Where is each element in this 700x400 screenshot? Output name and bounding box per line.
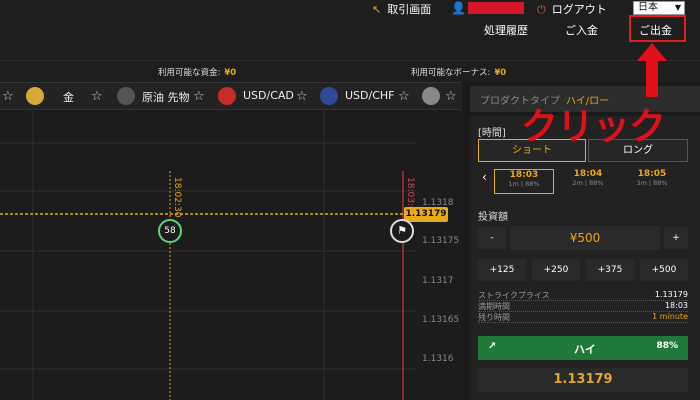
star-icon[interactable]: ☆ bbox=[296, 89, 308, 104]
price-chart[interactable]: 18:02:30 18:03:00 1.13179 1.1318 1.13175… bbox=[0, 111, 463, 400]
language-value: 日本 bbox=[638, 2, 658, 13]
time-option-time: 18:04 bbox=[573, 169, 603, 179]
star-icon[interactable]: ☆ bbox=[445, 89, 457, 104]
minus-button[interactable]: - bbox=[478, 227, 506, 249]
countdown-marker: 58 bbox=[158, 219, 182, 243]
star-icon[interactable]: ☆ bbox=[2, 89, 14, 104]
remaining-value: 1 minute bbox=[652, 312, 688, 321]
star-icon[interactable]: ☆ bbox=[91, 89, 103, 104]
asset-usd-chf[interactable]: USD/CHF bbox=[345, 89, 395, 102]
current-price-tag: 1.13179 bbox=[404, 207, 448, 222]
time-option-sub: 3m | 88% bbox=[636, 179, 668, 187]
app-root: ↖ 取引画面 👤 ⏻ ログアウト 日本 ▼ 処理履歴 ご入金 ご出金 利用可能な資金… bbox=[0, 0, 700, 400]
asset-oil[interactable]: 原油 先物 bbox=[142, 89, 190, 105]
chevron-left-icon[interactable]: ‹ bbox=[482, 170, 487, 184]
investment-label: 投資額 bbox=[478, 212, 508, 223]
language-select[interactable]: 日本 ▼ bbox=[633, 1, 685, 15]
asset-gold[interactable]: 金 bbox=[63, 89, 74, 105]
y-tick: 1.1316 bbox=[422, 354, 454, 364]
arrow-up-right-icon: ↗ bbox=[488, 341, 497, 352]
chevron-down-icon: ▼ bbox=[674, 3, 681, 12]
expiry-value: 18:03 bbox=[664, 301, 688, 310]
time-option-time: 18:03 bbox=[509, 170, 539, 180]
asset-tabs: ☆ 金 ☆ 原油 先物 ☆ USD/CAD ☆ USD/CHF ☆ ☆ bbox=[0, 82, 462, 110]
power-icon: ⏻ bbox=[537, 3, 546, 16]
time-option-sub: 2m | 88% bbox=[572, 179, 604, 187]
y-tick: 1.1318 bbox=[422, 198, 454, 208]
logout-link[interactable]: ⏻ ログアウト bbox=[537, 1, 607, 17]
price-display: 1.13179 bbox=[478, 368, 688, 392]
deposit-link[interactable]: ご入金 bbox=[565, 22, 598, 38]
quick-amount-button[interactable]: +375 bbox=[586, 259, 634, 281]
time-option[interactable]: 18:05 3m | 88% bbox=[622, 169, 682, 194]
high-payout: 88% bbox=[656, 341, 678, 351]
y-tick: 1.1317 bbox=[422, 276, 454, 286]
asset-usd-cad[interactable]: USD/CAD bbox=[243, 89, 294, 102]
chart-grid bbox=[0, 111, 463, 400]
expiry-row: 満期時間 18:03 bbox=[478, 301, 688, 312]
balance-row: 利用可能な資金: ¥0 利用可能なボーナス: ¥0 bbox=[0, 60, 700, 82]
click-annotation: クリック bbox=[521, 105, 666, 148]
usd-chf-flag-icon bbox=[320, 87, 338, 105]
asset-divider bbox=[462, 82, 470, 110]
time-option[interactable]: 18:04 2m | 88% bbox=[558, 169, 618, 194]
star-icon[interactable]: ☆ bbox=[193, 89, 205, 104]
annotation-arrow-icon bbox=[637, 43, 667, 97]
remaining-label: 残り時間 bbox=[478, 313, 510, 322]
available-bonus-label: 利用可能なボーナス: bbox=[411, 68, 491, 78]
remaining-row: 残り時間 1 minute bbox=[478, 312, 688, 323]
flag-icon: ⚑ bbox=[390, 219, 414, 243]
available-funds-value: ¥0 bbox=[224, 68, 237, 78]
time-marker-label: 18:02:30 bbox=[172, 177, 182, 218]
gold-coin-icon bbox=[26, 87, 44, 105]
trade-screen-link[interactable]: ↖ 取引画面 bbox=[372, 1, 431, 17]
quick-amount-button[interactable]: +125 bbox=[478, 259, 526, 281]
strike-price-label: ストライクプライス bbox=[478, 291, 550, 300]
arrow-icon: ↖ bbox=[372, 3, 382, 16]
y-tick: 1.13165 bbox=[422, 315, 460, 325]
time-option-sub: 1m | 88% bbox=[508, 180, 540, 188]
y-tick: 1.13175 bbox=[422, 236, 460, 246]
logout-label: ログアウト bbox=[551, 3, 607, 16]
time-section-label: [時間] bbox=[478, 128, 506, 139]
strike-price-row: ストライクプライス 1.13179 bbox=[478, 290, 688, 301]
redacted-username bbox=[468, 2, 524, 14]
quick-amount-button[interactable]: +250 bbox=[532, 259, 580, 281]
strike-price-value: 1.13179 bbox=[654, 290, 688, 299]
user-icon: 👤 bbox=[451, 1, 466, 15]
history-link[interactable]: 処理履歴 bbox=[484, 22, 528, 38]
star-icon[interactable]: ☆ bbox=[398, 89, 410, 104]
plus-button[interactable]: + bbox=[664, 227, 688, 249]
withdraw-highlight-box bbox=[629, 15, 686, 42]
amount-input[interactable]: ¥500 bbox=[510, 226, 660, 250]
oil-futures-icon bbox=[117, 87, 135, 105]
time-option[interactable]: 18:03 1m | 88% bbox=[494, 169, 554, 194]
silver-coin-icon bbox=[422, 87, 440, 105]
available-bonus-value: ¥0 bbox=[494, 68, 507, 78]
top-header: ↖ 取引画面 👤 ⏻ ログアウト 日本 ▼ 処理履歴 ご入金 ご出金 bbox=[0, 0, 700, 60]
high-label: ハイ bbox=[574, 343, 596, 356]
quick-amount-button[interactable]: +500 bbox=[640, 259, 688, 281]
available-funds-label: 利用可能な資金: bbox=[158, 68, 221, 78]
trade-screen-label: 取引画面 bbox=[387, 3, 432, 16]
available-funds: 利用可能な資金: ¥0 bbox=[158, 66, 236, 78]
expiry-label: 満期時間 bbox=[478, 302, 510, 311]
time-option-time: 18:05 bbox=[637, 169, 667, 179]
high-button[interactable]: ↗ ハイ 88% bbox=[478, 336, 688, 360]
available-bonus: 利用可能なボーナス: ¥0 bbox=[411, 66, 506, 78]
usd-cad-flag-icon bbox=[218, 87, 236, 105]
